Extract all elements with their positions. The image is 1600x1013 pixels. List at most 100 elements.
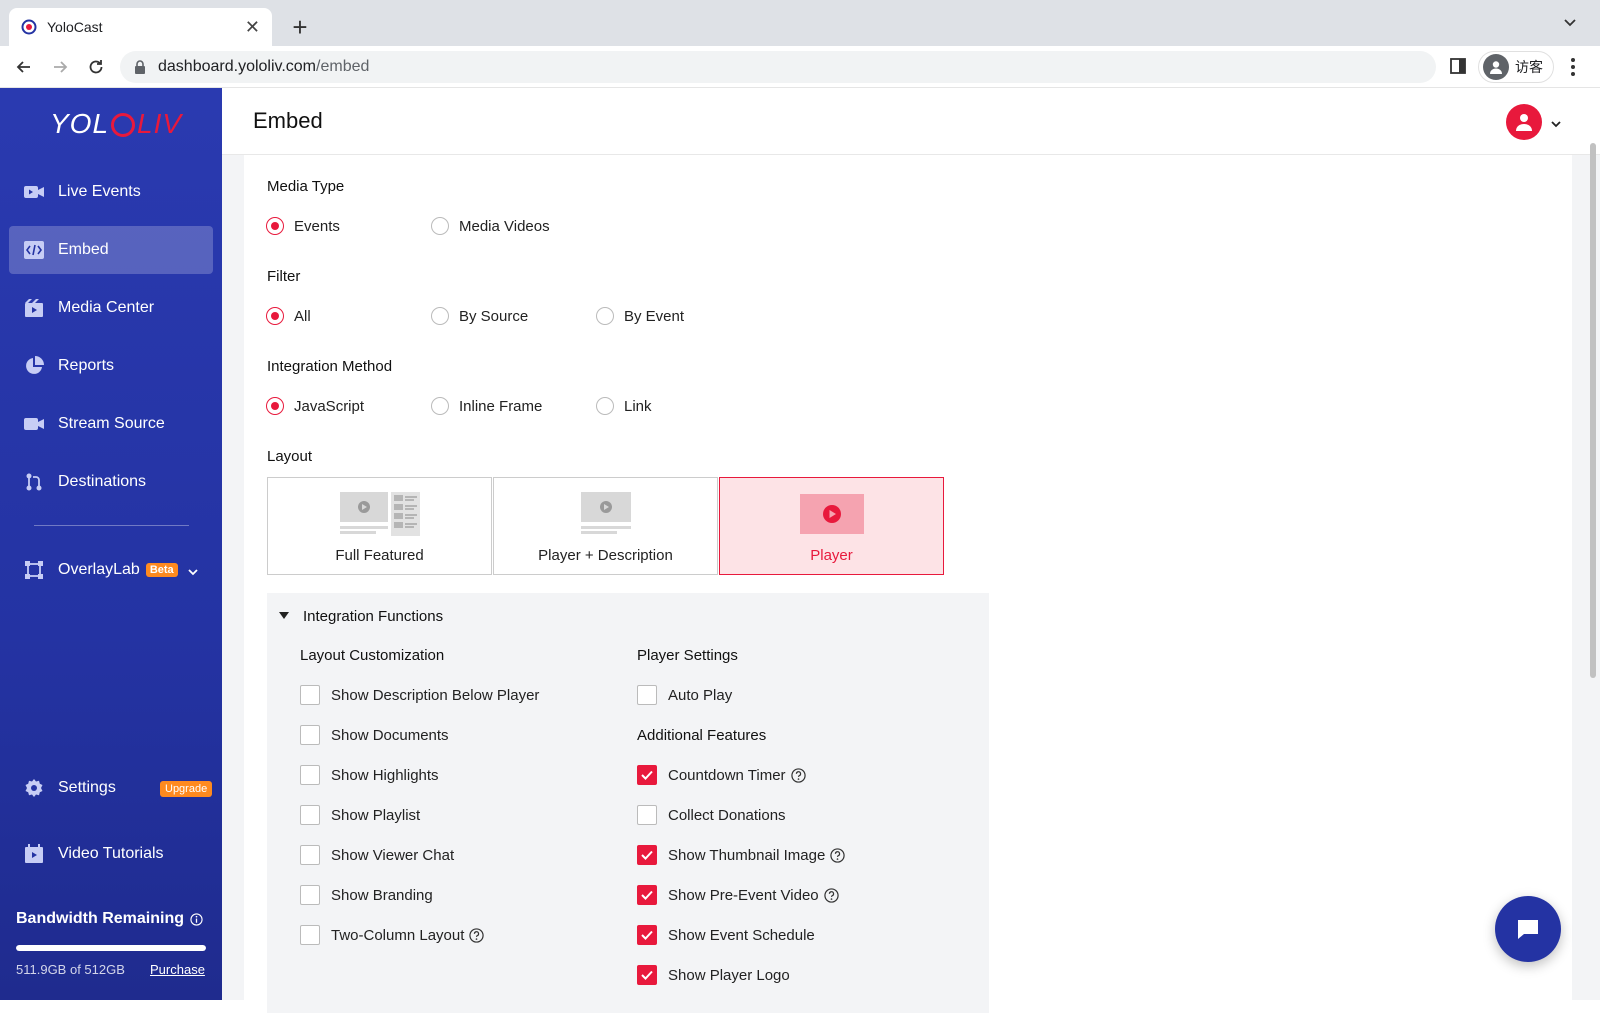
layout-option-player-description[interactable]: Player + Description: [493, 477, 718, 575]
checkbox-option[interactable]: Auto Play: [637, 685, 732, 705]
checkbox-unchecked[interactable]: [300, 685, 320, 705]
filter-label: Filter: [267, 268, 301, 285]
caret-down-icon: [279, 607, 289, 625]
radio-all[interactable]: All: [266, 307, 311, 325]
checkbox-unchecked[interactable]: [300, 765, 320, 785]
sidebar-item-media-center[interactable]: Media Center: [9, 284, 213, 332]
layout-option-player[interactable]: Player: [719, 477, 944, 575]
integration-functions-toggle[interactable]: Integration Functions: [279, 607, 443, 625]
lock-icon: [134, 60, 146, 74]
reload-icon[interactable]: [84, 55, 108, 79]
chevron-down-icon[interactable]: [187, 564, 199, 582]
radio-indicator: [431, 307, 449, 325]
help-icon[interactable]: [830, 847, 845, 863]
checkbox-unchecked[interactable]: [300, 885, 320, 905]
radio-by-source[interactable]: By Source: [431, 307, 528, 325]
user-avatar[interactable]: [1506, 104, 1542, 140]
new-tab-icon[interactable]: +: [288, 10, 312, 44]
checkbox-unchecked[interactable]: [637, 805, 657, 825]
media-type-label: Media Type: [267, 178, 345, 195]
page-header: Embed: [222, 88, 1600, 155]
checkbox-label: Show Event Schedule: [668, 926, 815, 944]
checkbox-option[interactable]: Show Event Schedule: [637, 925, 815, 945]
info-icon[interactable]: [189, 912, 204, 927]
browser-profile-button[interactable]: 访客: [1478, 51, 1554, 83]
sidebar-item-settings[interactable]: Settings Upgrade: [9, 764, 213, 812]
checkmark-icon: [641, 850, 653, 860]
sidebar-item-destinations[interactable]: Destinations: [9, 458, 213, 506]
integration-functions-title: Integration Functions: [303, 607, 444, 625]
checkbox-unchecked[interactable]: [300, 925, 320, 945]
back-icon[interactable]: [12, 55, 36, 79]
help-icon[interactable]: [790, 767, 806, 783]
radio-label: By Source: [459, 307, 529, 325]
branch-icon: [23, 471, 45, 493]
sidebar-item-reports[interactable]: Reports: [9, 342, 213, 390]
help-icon[interactable]: [469, 927, 485, 943]
checkbox-option[interactable]: Show Thumbnail Image: [637, 845, 845, 865]
checkbox-option[interactable]: Show Pre-Event Video: [637, 885, 839, 905]
checkbox-option[interactable]: Show Player Logo: [637, 965, 790, 985]
checkbox-option[interactable]: Collect Donations: [637, 805, 786, 825]
tab-title: YoloCast: [47, 19, 103, 35]
upgrade-badge[interactable]: Upgrade: [160, 781, 213, 797]
checkbox-option[interactable]: Show Viewer Chat: [300, 845, 454, 865]
bandwidth-progress-fill: [16, 945, 206, 951]
address-bar[interactable]: dashboard.yololiv.com/embed: [120, 51, 1436, 83]
layout-option-label: Player: [810, 547, 853, 564]
checkbox-checked[interactable]: [637, 965, 657, 985]
radio-label: Events: [294, 217, 340, 235]
chat-button[interactable]: [1495, 896, 1561, 962]
radio-javascript[interactable]: JavaScript: [266, 397, 364, 415]
camera-icon: [23, 413, 45, 435]
checkbox-option[interactable]: Show Highlights: [300, 765, 439, 785]
checkbox-option[interactable]: Two-Column Layout: [300, 925, 485, 945]
yololiv-logo[interactable]: YOL LIV: [50, 108, 182, 140]
player-thumbnail-icon: [799, 492, 864, 536]
checkbox-checked[interactable]: [637, 885, 657, 905]
browser-menu-icon[interactable]: [1570, 57, 1576, 82]
radio-inline-frame[interactable]: Inline Frame: [431, 397, 542, 415]
side-panel-icon[interactable]: [1449, 57, 1467, 80]
checkbox-checked[interactable]: [637, 925, 657, 945]
checkbox-unchecked[interactable]: [637, 685, 657, 705]
tab-close-icon[interactable]: ✕: [245, 17, 260, 38]
page-scrollbar[interactable]: [1590, 143, 1596, 678]
radio-indicator: [266, 397, 284, 415]
checkbox-label: Collect Donations: [668, 806, 786, 824]
checkbox-option[interactable]: Show Branding: [300, 885, 433, 905]
forward-icon[interactable]: [48, 55, 72, 79]
sidebar-item-label: OverlayLab: [58, 561, 140, 578]
checkbox-checked[interactable]: [637, 765, 657, 785]
browser-toolbar: dashboard.yololiv.com/embed 访客: [0, 46, 1600, 88]
checkbox-option[interactable]: Show Description Below Player: [300, 685, 539, 705]
checkbox-option[interactable]: Show Playlist: [300, 805, 420, 825]
checkbox-option[interactable]: Show Documents: [300, 725, 449, 745]
browser-tab[interactable]: YoloCast ✕: [9, 8, 272, 46]
radio-link[interactable]: Link: [596, 397, 652, 415]
sidebar-item-video-tutorials[interactable]: Video Tutorials: [9, 830, 213, 878]
radio-events[interactable]: Events: [266, 217, 340, 235]
radio-media-videos[interactable]: Media Videos: [431, 217, 550, 235]
sidebar-item-embed[interactable]: Embed: [9, 226, 213, 274]
film-icon: [23, 297, 45, 319]
purchase-link[interactable]: Purchase: [150, 962, 205, 977]
help-icon[interactable]: [823, 887, 839, 903]
checkbox-label: Two-Column Layout: [331, 926, 465, 944]
yolocast-favicon-icon: [21, 19, 37, 35]
sidebar-item-stream-source[interactable]: Stream Source: [9, 400, 213, 448]
checkbox-unchecked[interactable]: [300, 805, 320, 825]
checkbox-unchecked[interactable]: [300, 725, 320, 745]
checkbox-unchecked[interactable]: [300, 845, 320, 865]
radio-by-event[interactable]: By Event: [596, 307, 684, 325]
sidebar-item-overlaylab[interactable]: OverlayLab Beta: [9, 546, 213, 594]
checkbox-checked[interactable]: [637, 845, 657, 865]
checkbox-option[interactable]: Countdown Timer: [637, 765, 806, 785]
layout-option-full-featured[interactable]: Full Featured: [267, 477, 492, 575]
user-menu-chevron-icon[interactable]: [1550, 116, 1562, 134]
logo-text-left: YOL: [50, 108, 110, 139]
overlay-icon: [23, 559, 45, 581]
player-settings-title: Player Settings: [637, 647, 738, 664]
tab-search-chevron-icon[interactable]: [1562, 14, 1578, 35]
sidebar-item-live-events[interactable]: Live Events: [9, 168, 213, 216]
